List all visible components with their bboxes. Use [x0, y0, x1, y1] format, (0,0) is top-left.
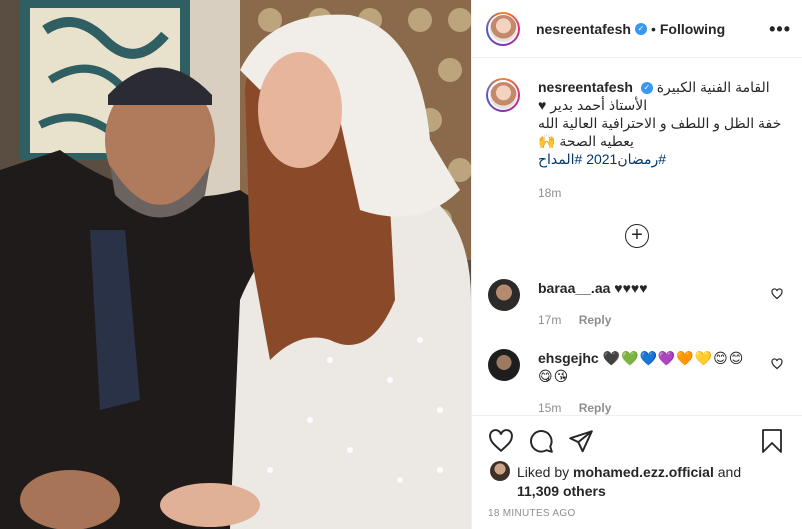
instagram-post: nesreentafesh ✓ • Following ••• nesreent… [0, 0, 802, 529]
comment-text: 🖤💚💙💜🧡💛😊😊 [602, 350, 745, 366]
following-button[interactable]: Following [660, 21, 725, 37]
caption-time: 18m [538, 186, 562, 200]
post-actions: Liked by mohamed.ezz.official and 11,309… [472, 415, 802, 527]
caption-hashtags[interactable]: #رمضان2021 #المداح [538, 150, 791, 168]
comment-text-continued: 😋😘 [538, 368, 570, 384]
load-more-comments-icon[interactable]: + [625, 224, 649, 248]
comment-time: 15m [538, 401, 562, 415]
liker-username[interactable]: mohamed.ezz.official [573, 464, 714, 480]
commenter-username[interactable]: baraa__.aa [538, 280, 610, 296]
caption-line-3: خفة الظل و اللطف و الاحترافية العالية ال… [538, 115, 782, 131]
liker-avatar[interactable] [490, 461, 510, 481]
post-caption: nesreentafesh ✓ القامة الفنية الكبيرة ال… [486, 78, 791, 202]
share-icon[interactable] [568, 428, 594, 454]
reply-button[interactable]: Reply [579, 313, 612, 327]
like-comment-heart-icon[interactable] [771, 288, 783, 300]
caption-username[interactable]: nesreentafesh [538, 79, 633, 95]
comment-item: ehsgejhc 🖤💚💙💜🧡💛😊😊 😋😘 15m Reply [486, 349, 791, 417]
commenter-username[interactable]: ehsgejhc [538, 350, 599, 366]
post-timestamp[interactable]: 18 MINUTES AGO [488, 508, 576, 519]
verified-badge-icon: ✓ [640, 82, 653, 95]
comment-icon[interactable] [528, 428, 554, 454]
caption-line-4: يعطيه الصحة 🙌 [538, 133, 634, 149]
liked-by: Liked by mohamed.ezz.official and 11,309… [490, 461, 742, 501]
caption-line-1: القامة الفنية الكبيرة [656, 79, 770, 95]
separator-dot: • [650, 20, 656, 37]
photo-illustration [0, 0, 471, 529]
liked-by-and: and [717, 464, 742, 480]
author-username[interactable]: nesreentafesh [536, 21, 631, 37]
post-side-panel: nesreentafesh ✓ • Following ••• nesreent… [471, 0, 802, 529]
caption-avatar[interactable] [486, 78, 520, 112]
like-comment-heart-icon[interactable] [771, 358, 783, 370]
save-bookmark-icon[interactable] [760, 428, 784, 454]
author-avatar[interactable] [486, 11, 520, 46]
commenter-avatar[interactable] [488, 349, 520, 381]
comment-text: ♥♥♥♥ [614, 280, 648, 296]
verified-badge-icon: ✓ [634, 22, 647, 35]
caption-line-2: الأستاذ أحمد بدير ♥ [538, 97, 648, 113]
reply-button[interactable]: Reply [579, 401, 612, 415]
post-header: nesreentafesh ✓ • Following ••• [472, 0, 802, 58]
liked-by-prefix: Liked by [517, 464, 570, 480]
like-heart-icon[interactable] [488, 428, 514, 454]
comment-item: baraa__.aa ♥♥♥♥ 17m Reply [486, 279, 791, 329]
likes-count[interactable]: 11,309 others [517, 483, 606, 499]
comment-time: 17m [538, 313, 562, 327]
post-photo[interactable] [0, 0, 471, 529]
commenter-avatar[interactable] [488, 279, 520, 311]
more-options-icon[interactable]: ••• [769, 19, 791, 40]
